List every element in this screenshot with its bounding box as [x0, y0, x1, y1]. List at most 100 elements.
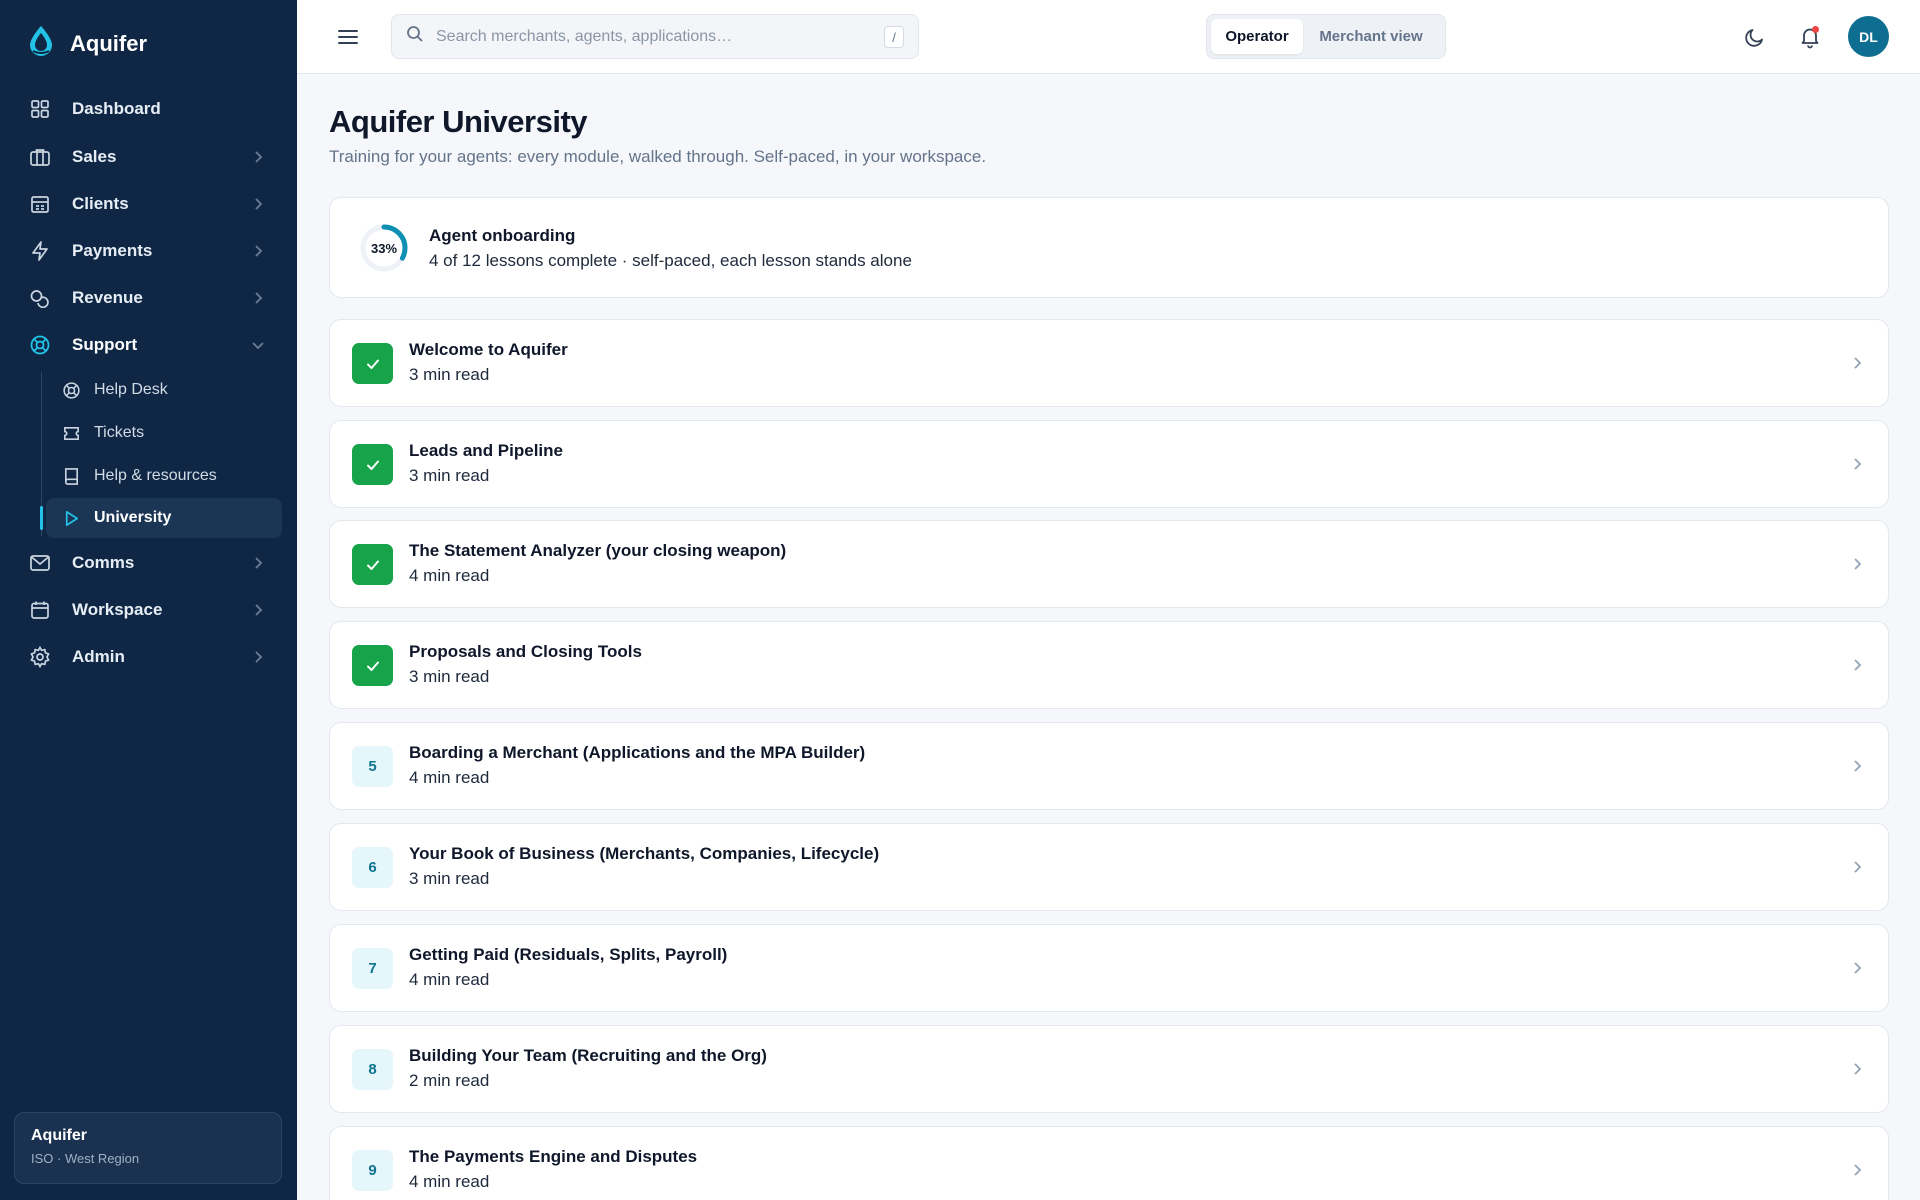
chevron-right-icon	[1854, 1063, 1862, 1075]
calendar-icon	[28, 598, 52, 622]
sidebar-item-label: Sales	[72, 147, 117, 166]
book-icon	[60, 465, 82, 487]
search-box[interactable]: /	[391, 14, 919, 59]
chevron-right-icon	[255, 292, 263, 304]
checkmark-icon	[366, 460, 379, 470]
operator-view-button[interactable]: Operator	[1211, 19, 1303, 54]
page-subtitle: Training for your agents: every module, …	[329, 147, 987, 166]
hamburger-menu-icon[interactable]	[335, 24, 361, 50]
chevron-right-icon	[1854, 962, 1862, 974]
building-icon	[28, 192, 52, 216]
lesson-number-badge: 8	[352, 1049, 393, 1090]
sidebar-item-payments[interactable]: Payments	[14, 231, 282, 271]
chevron-right-icon	[1854, 357, 1862, 369]
lesson-row[interactable]: The Statement Analyzer (your closing wea…	[329, 520, 1889, 608]
lesson-meta: 4 min read	[409, 768, 490, 787]
lesson-row[interactable]: 9 The Payments Engine and Disputes 4 min…	[329, 1126, 1889, 1200]
ticket-icon	[60, 422, 82, 444]
lesson-row[interactable]: 5 Boarding a Merchant (Applications and …	[329, 722, 1889, 810]
notification-dot	[1812, 26, 1819, 33]
lesson-number-badge: 5	[352, 746, 393, 787]
sidebar-item-label: Payments	[72, 241, 153, 260]
sidebar-item-sales[interactable]: Sales	[14, 137, 282, 177]
chevron-right-icon	[255, 198, 263, 210]
sidebar-subitem-label: Help & resources	[94, 467, 217, 484]
search-icon	[406, 25, 424, 48]
view-toggle: Operator Merchant view	[1206, 14, 1446, 59]
brand[interactable]: Aquifer	[26, 24, 147, 63]
sidebar-item-comms[interactable]: Comms	[14, 543, 282, 583]
lesson-number-badge: 7	[352, 948, 393, 989]
play-icon	[60, 507, 82, 529]
lesson-title: Leads and Pipeline	[409, 441, 563, 460]
chevron-right-icon	[1854, 861, 1862, 873]
lesson-row[interactable]: 6 Your Book of Business (Merchants, Comp…	[329, 823, 1889, 911]
merchant-view-button[interactable]: Merchant view	[1303, 19, 1439, 54]
chevron-right-icon	[255, 245, 263, 257]
org-switcher[interactable]: Aquifer ISO · West Region	[14, 1112, 282, 1184]
org-subtitle: ISO · West Region	[31, 1151, 140, 1166]
lesson-meta: 3 min read	[409, 466, 490, 485]
lesson-title: Boarding a Merchant (Applications and th…	[409, 743, 866, 762]
search-input[interactable]	[436, 27, 856, 46]
chevron-right-icon	[255, 604, 263, 616]
chevron-right-icon	[1854, 1164, 1862, 1176]
chevron-right-icon	[1854, 760, 1862, 772]
search-shortcut-key: /	[884, 26, 904, 48]
completed-badge	[352, 645, 393, 686]
chevron-right-icon	[1854, 558, 1862, 570]
chevron-right-icon	[255, 151, 263, 163]
lesson-meta: 3 min read	[409, 869, 490, 888]
sidebar-item-support[interactable]: Support	[14, 325, 282, 365]
brand-name: Aquifer	[70, 30, 147, 56]
active-indicator	[40, 506, 43, 530]
lesson-row[interactable]: Welcome to Aquifer 3 min read	[329, 319, 1889, 407]
sidebar-subitem-label: University	[94, 509, 172, 526]
bell-icon[interactable]	[1797, 24, 1823, 50]
gear-icon	[28, 645, 52, 669]
sidebar-item-admin[interactable]: Admin	[14, 637, 282, 677]
checkmark-icon	[366, 560, 379, 570]
lesson-title: The Payments Engine and Disputes	[409, 1147, 698, 1166]
briefcase-icon	[28, 145, 52, 169]
lesson-row[interactable]: Leads and Pipeline 3 min read	[329, 420, 1889, 508]
lesson-title: Building Your Team (Recruiting and the O…	[409, 1046, 767, 1065]
lesson-meta: 3 min read	[409, 365, 490, 384]
lesson-title: Getting Paid (Residuals, Splits, Payroll…	[409, 945, 728, 964]
lesson-row[interactable]: 8 Building Your Team (Recruiting and the…	[329, 1025, 1889, 1113]
chevron-down-icon	[252, 342, 264, 350]
checkmark-icon	[366, 359, 379, 369]
completed-badge	[352, 544, 393, 585]
moon-icon[interactable]	[1742, 24, 1768, 50]
completed-badge	[352, 343, 393, 384]
chevron-right-icon	[1854, 458, 1862, 470]
sidebar-subitem-label: Help Desk	[94, 381, 168, 398]
grid-icon	[28, 97, 52, 121]
sidebar-item-dashboard[interactable]: Dashboard	[14, 89, 282, 129]
lesson-title: Your Book of Business (Merchants, Compan…	[409, 844, 880, 863]
lesson-row[interactable]: Proposals and Closing Tools 3 min read	[329, 621, 1889, 709]
sidebar-subitem-university[interactable]: University	[46, 498, 282, 538]
completed-badge	[352, 444, 393, 485]
lesson-number-badge: 9	[352, 1150, 393, 1191]
sidebar-item-label: Revenue	[72, 288, 143, 307]
sidebar-item-revenue[interactable]: Revenue	[14, 278, 282, 318]
sidebar-subitem-tickets[interactable]: Tickets	[46, 413, 282, 453]
lesson-meta: 3 min read	[409, 667, 490, 686]
sidebar-subitem-help-desk[interactable]: Help Desk	[46, 370, 282, 410]
chevron-right-icon	[255, 557, 263, 569]
lesson-meta: 4 min read	[409, 566, 490, 585]
topbar: / Operator Merchant view DL	[297, 0, 1920, 74]
progress-card: 33% Agent onboarding 4 of 12 lessons com…	[329, 197, 1889, 298]
sidebar-item-label: Clients	[72, 194, 129, 213]
page-title: Aquifer University	[329, 104, 588, 139]
sidebar-subitem-help-resources[interactable]: Help & resources	[46, 456, 282, 496]
sidebar-item-workspace[interactable]: Workspace	[14, 590, 282, 630]
sidebar-item-clients[interactable]: Clients	[14, 184, 282, 224]
lesson-row[interactable]: 7 Getting Paid (Residuals, Splits, Payro…	[329, 924, 1889, 1012]
coins-icon	[28, 286, 52, 310]
avatar[interactable]: DL	[1848, 16, 1889, 57]
lightning-icon	[28, 239, 52, 263]
sidebar-item-label: Dashboard	[72, 99, 161, 118]
lesson-title: Welcome to Aquifer	[409, 340, 568, 359]
